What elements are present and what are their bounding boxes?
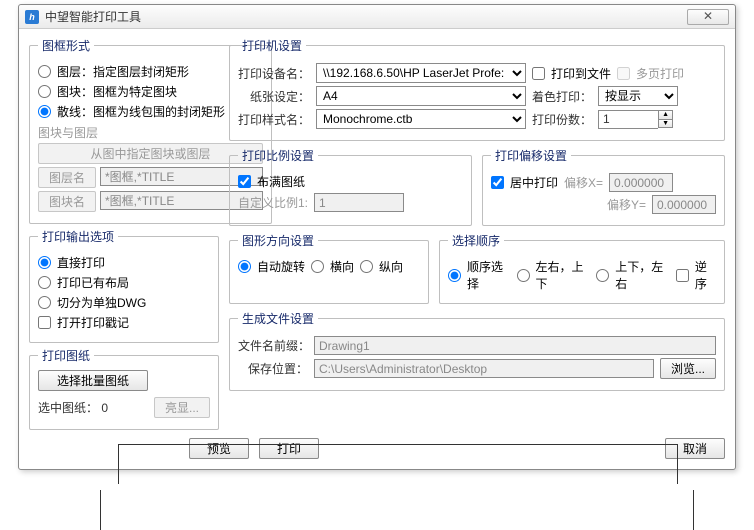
radio-orient-landscape[interactable]: 横向 [311, 258, 354, 275]
print-button[interactable]: 打印 [259, 438, 319, 459]
radio-output-split[interactable]: 切分为单独DWG [38, 294, 146, 311]
print-paper-legend: 打印图纸 [38, 347, 94, 364]
select-batch-button[interactable]: 选择批量图纸 [38, 370, 148, 391]
window-title: 中望智能打印工具 [45, 8, 687, 25]
selected-count-label: 选中图纸： 0 [38, 399, 108, 416]
device-label: 打印设备名： [238, 65, 310, 82]
path-input [314, 359, 654, 378]
browse-button[interactable]: 浏览... [660, 358, 716, 379]
color-select[interactable]: 按显示 [598, 86, 678, 106]
color-label: 着色打印： [532, 88, 592, 105]
radio-frame-layer[interactable]: 图层：指定图层封闭矩形 [38, 63, 189, 80]
check-order-reverse[interactable]: 逆序 [676, 258, 716, 292]
radio-orient-auto[interactable]: 自动旋转 [238, 258, 305, 275]
copies-input[interactable] [598, 110, 658, 129]
orientation-group: 图形方向设置 自动旋转 横向 纵向 [229, 232, 429, 304]
prefix-input [314, 336, 716, 355]
paper-label: 纸张设定： [250, 88, 310, 105]
output-options-group: 打印输出选项 直接打印 打印已有布局 切分为单独DWG 打开打印戳记 [29, 228, 219, 343]
check-center-print[interactable]: 居中打印 [491, 174, 558, 191]
copies-up[interactable]: ▲ [658, 110, 673, 119]
offset-x-input [609, 173, 673, 192]
radio-frame-scatter[interactable]: 散线：图框为线包围的封闭矩形 [38, 103, 225, 120]
scale-group: 打印比例设置 布满图纸 自定义比例1: [229, 147, 472, 226]
custom-scale-input [314, 193, 404, 212]
order-legend: 选择顺序 [448, 232, 504, 249]
offset-group: 打印偏移设置 居中打印 偏移X= 偏移Y= [482, 147, 725, 226]
radio-output-existing[interactable]: 打印已有布局 [38, 274, 129, 291]
cancel-button[interactable]: 取消 [665, 438, 725, 459]
offset-y-label: 偏移Y= [607, 196, 646, 213]
check-multi-page: 多页打印 [617, 65, 684, 82]
radio-order-pick[interactable]: 顺序选择 [448, 258, 511, 292]
order-group: 选择顺序 顺序选择 左右，上下 上下，左右 逆序 [439, 232, 725, 304]
close-button[interactable]: ✕ [687, 9, 729, 25]
path-label: 保存位置： [238, 360, 308, 377]
orientation-legend: 图形方向设置 [238, 232, 318, 249]
frame-style-legend: 图框形式 [38, 37, 94, 54]
check-print-to-file[interactable]: 打印到文件 [532, 65, 611, 82]
custom-scale-label: 自定义比例1: [238, 194, 308, 211]
dialog: h 中望智能打印工具 ✕ 图框形式 图层：指定图层封闭矩形 图块：图框为特定图块… [18, 4, 736, 470]
radio-output-direct[interactable]: 直接打印 [38, 254, 105, 271]
radio-order-tblr[interactable]: 上下，左右 [596, 258, 670, 292]
style-label: 打印样式名： [238, 111, 310, 128]
paper-select[interactable]: A4 [316, 86, 526, 106]
scale-legend: 打印比例设置 [238, 147, 318, 164]
copies-label: 打印份数： [532, 111, 592, 128]
generate-file-legend: 生成文件设置 [238, 310, 318, 327]
check-fit-paper[interactable]: 布满图纸 [238, 173, 305, 190]
check-print-stamp[interactable]: 打开打印戳记 [38, 314, 129, 331]
radio-orient-portrait[interactable]: 纵向 [360, 258, 403, 275]
copies-spinner[interactable]: ▲▼ [598, 110, 673, 129]
offset-legend: 打印偏移设置 [491, 147, 571, 164]
radio-order-lrtb[interactable]: 左右，上下 [517, 258, 591, 292]
block-name-button: 图块名 [38, 191, 96, 212]
print-paper-group: 打印图纸 选择批量图纸 选中图纸： 0 亮显... [29, 347, 219, 430]
printer-settings-legend: 打印机设置 [238, 37, 306, 54]
output-options-legend: 打印输出选项 [38, 228, 118, 245]
layer-name-button: 图层名 [38, 167, 96, 188]
device-select[interactable]: \\192.168.6.50\HP LaserJet Profe: [316, 63, 526, 83]
titlebar: h 中望智能打印工具 ✕ [19, 5, 735, 29]
generate-file-group: 生成文件设置 文件名前缀： 保存位置： 浏览... [229, 310, 725, 391]
prefix-label: 文件名前缀： [238, 337, 308, 354]
style-select[interactable]: Monochrome.ctb [316, 109, 526, 129]
preview-button[interactable]: 预览 [189, 438, 249, 459]
offset-x-label: 偏移X= [564, 174, 603, 191]
app-icon: h [25, 10, 39, 24]
highlight-button: 亮显... [154, 397, 210, 418]
radio-frame-block[interactable]: 图块：图框为特定图块 [38, 83, 177, 100]
copies-down[interactable]: ▼ [658, 119, 673, 128]
offset-y-input [652, 195, 716, 214]
printer-settings-group: 打印机设置 打印设备名： \\192.168.6.50\HP LaserJet … [229, 37, 725, 141]
